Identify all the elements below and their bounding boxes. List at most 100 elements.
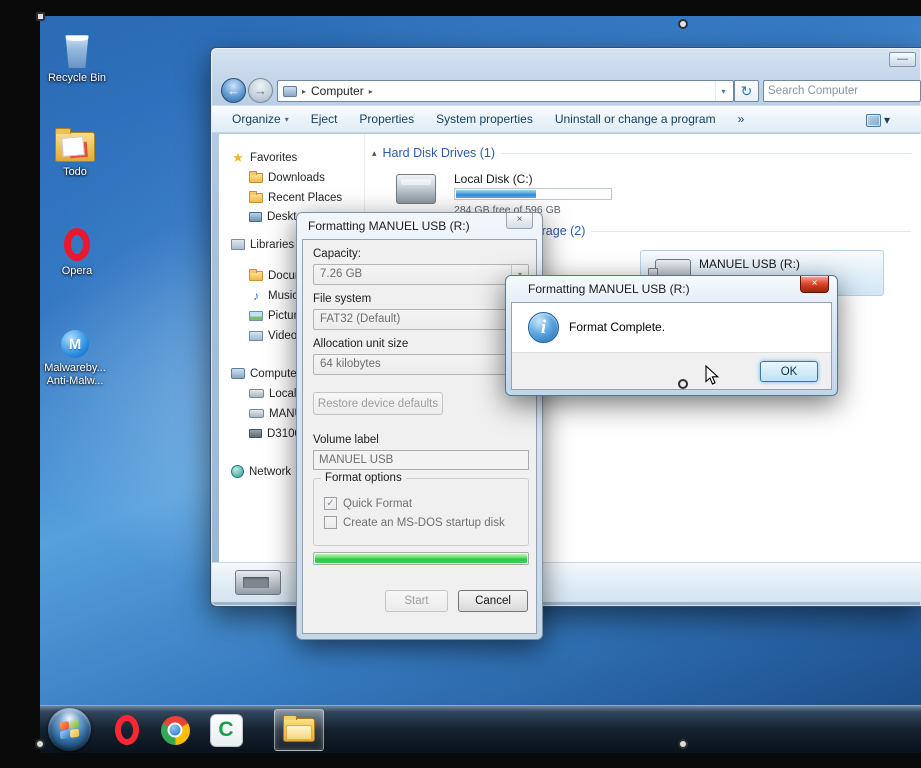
views-icon (866, 114, 881, 127)
taskbar-explorer-button[interactable] (274, 709, 324, 751)
info-icon: i (528, 312, 559, 343)
search-box (763, 80, 921, 102)
monitor-icon (249, 212, 262, 222)
forward-button[interactable]: → (248, 78, 273, 103)
toolbar-system-properties[interactable]: System properties (436, 112, 533, 126)
sidebar-section-network[interactable]: Network (231, 463, 291, 480)
cancel-button[interactable]: Cancel (458, 590, 528, 612)
library-icon (231, 239, 245, 250)
music-note-icon: ♪ (249, 289, 263, 303)
crumb-arrow-icon: ▸ (302, 87, 306, 96)
back-button[interactable]: ← (221, 78, 246, 103)
minimize-button[interactable]: — (889, 52, 916, 67)
filesystem-label: File system (313, 293, 371, 305)
hard-disk-icon (396, 174, 436, 204)
folder-icon (249, 173, 263, 183)
dialog-title: Formatting MANUEL USB (R:) (528, 282, 690, 296)
sidebar-section-libraries[interactable]: Libraries (231, 236, 294, 253)
sidebar-item-music[interactable]: ♪ Music (249, 287, 298, 304)
toolbar-overflow[interactable]: » (738, 112, 745, 126)
group-rule (501, 153, 911, 154)
taskbar-recorder-button[interactable]: C (202, 709, 250, 751)
chrome-icon (161, 716, 190, 745)
sidebar-item-downloads[interactable]: Downloads (249, 169, 325, 186)
star-icon: ★ (231, 150, 245, 166)
sidebar-section-computer[interactable]: Computer (231, 365, 301, 382)
icon-label: Opera (62, 265, 93, 278)
sidebar-item-videos[interactable]: Videos (249, 327, 303, 344)
mouse-cursor (705, 365, 720, 391)
explorer-folder-icon (283, 718, 315, 742)
malwarebytes-icon: M (61, 330, 89, 358)
desktop-icon-opera[interactable]: Opera (38, 228, 116, 278)
dialog-footer: OK (512, 352, 831, 389)
search-input[interactable] (768, 85, 916, 97)
computer-icon (231, 368, 245, 379)
desktop-icon-malwarebytes[interactable]: M Malwareby... Anti-Malw... (33, 330, 117, 388)
sidebar-item-d3100[interactable]: D3100 (249, 425, 301, 442)
video-icon (249, 331, 263, 341)
group-header-hdd: ▴ Hard Disk Drives (1) (372, 146, 911, 160)
format-options-group: Format options ✓ Quick Format Create an … (313, 478, 529, 546)
views-button[interactable]: ▾ (861, 110, 895, 130)
capacity-combobox[interactable]: 7.26 GB ▾ (313, 264, 529, 285)
taskbar-opera-button[interactable] (104, 709, 150, 751)
capture-handle-bottom[interactable] (678, 739, 688, 749)
recorder-icon: C (210, 714, 243, 747)
opera-icon (64, 228, 90, 261)
restore-defaults-button[interactable]: Restore device defaults (313, 392, 443, 415)
recycle-bin-icon (64, 34, 90, 68)
sidebar-section-favorites[interactable]: ★ Favorites (231, 149, 297, 166)
disk-usage-bar (454, 188, 612, 200)
toolbar-organize[interactable]: Organize ▾ (232, 112, 289, 126)
dialog-title: Formatting MANUEL USB (R:) (308, 219, 470, 233)
toolbar-eject[interactable]: Eject (311, 112, 338, 126)
camera-icon (249, 429, 262, 438)
checkbox-checked-icon: ✓ (324, 497, 337, 510)
computer-icon (283, 86, 297, 97)
toolbar-properties[interactable]: Properties (359, 112, 414, 126)
back-arrow-icon: ← (227, 83, 240, 98)
allocation-label: Allocation unit size (313, 338, 408, 350)
close-button[interactable]: × (506, 213, 533, 229)
taskbar-chrome-button[interactable] (152, 709, 198, 751)
refresh-button[interactable]: ↻ (734, 80, 759, 102)
start-button[interactable]: Start (385, 590, 448, 612)
network-icon (231, 465, 244, 478)
icon-label: Malwareby... Anti-Malw... (44, 362, 106, 388)
format-progress-bar (313, 552, 529, 565)
capacity-label: Capacity: (313, 248, 361, 260)
capture-handle-top[interactable] (678, 19, 688, 29)
usb-drive-icon (249, 409, 264, 418)
screen: Recycle Bin Todo Opera M Malwareby... An… (0, 0, 921, 768)
group-expander-icon[interactable]: ▴ (372, 148, 377, 159)
sidebar-item-recent-places[interactable]: Recent Places (249, 189, 342, 206)
opera-icon (115, 715, 139, 745)
volume-label-input[interactable]: MANUEL USB (313, 450, 529, 470)
ok-button[interactable]: OK (760, 361, 818, 382)
picture-icon (249, 311, 263, 321)
filesystem-combobox[interactable]: FAT32 (Default) ▾ (313, 309, 529, 330)
allocation-combobox[interactable]: 64 kilobytes ▾ (313, 354, 529, 375)
capture-handle-top-left[interactable] (36, 12, 45, 21)
address-dropdown-button[interactable]: ▾ (715, 81, 731, 101)
desktop-icon-todo[interactable]: Todo (36, 132, 114, 179)
breadcrumb[interactable]: Computer (311, 84, 364, 98)
desktop-icon-recycle-bin[interactable]: Recycle Bin (38, 34, 116, 85)
volume-label: Volume label (313, 434, 379, 446)
capture-handle-bottom-left[interactable] (35, 739, 45, 749)
chevron-down-icon: ▾ (884, 113, 890, 127)
capture-handle-center[interactable] (678, 379, 688, 389)
windows-flag-icon (60, 720, 80, 740)
group-rule (591, 231, 911, 232)
quick-format-checkbox[interactable]: ✓ Quick Format (324, 497, 412, 510)
chevron-down-icon: ▾ (285, 115, 289, 124)
address-bar[interactable]: ▸ Computer ▸ ▾ (277, 80, 734, 102)
start-button[interactable] (48, 708, 91, 751)
msdos-checkbox[interactable]: Create an MS-DOS startup disk (324, 516, 505, 529)
disk-usage-fill (456, 190, 536, 198)
format-progress-fill (315, 554, 527, 563)
toolbar-uninstall[interactable]: Uninstall or change a program (555, 112, 716, 126)
forward-arrow-icon: → (254, 83, 267, 98)
close-button[interactable]: × (800, 276, 829, 293)
